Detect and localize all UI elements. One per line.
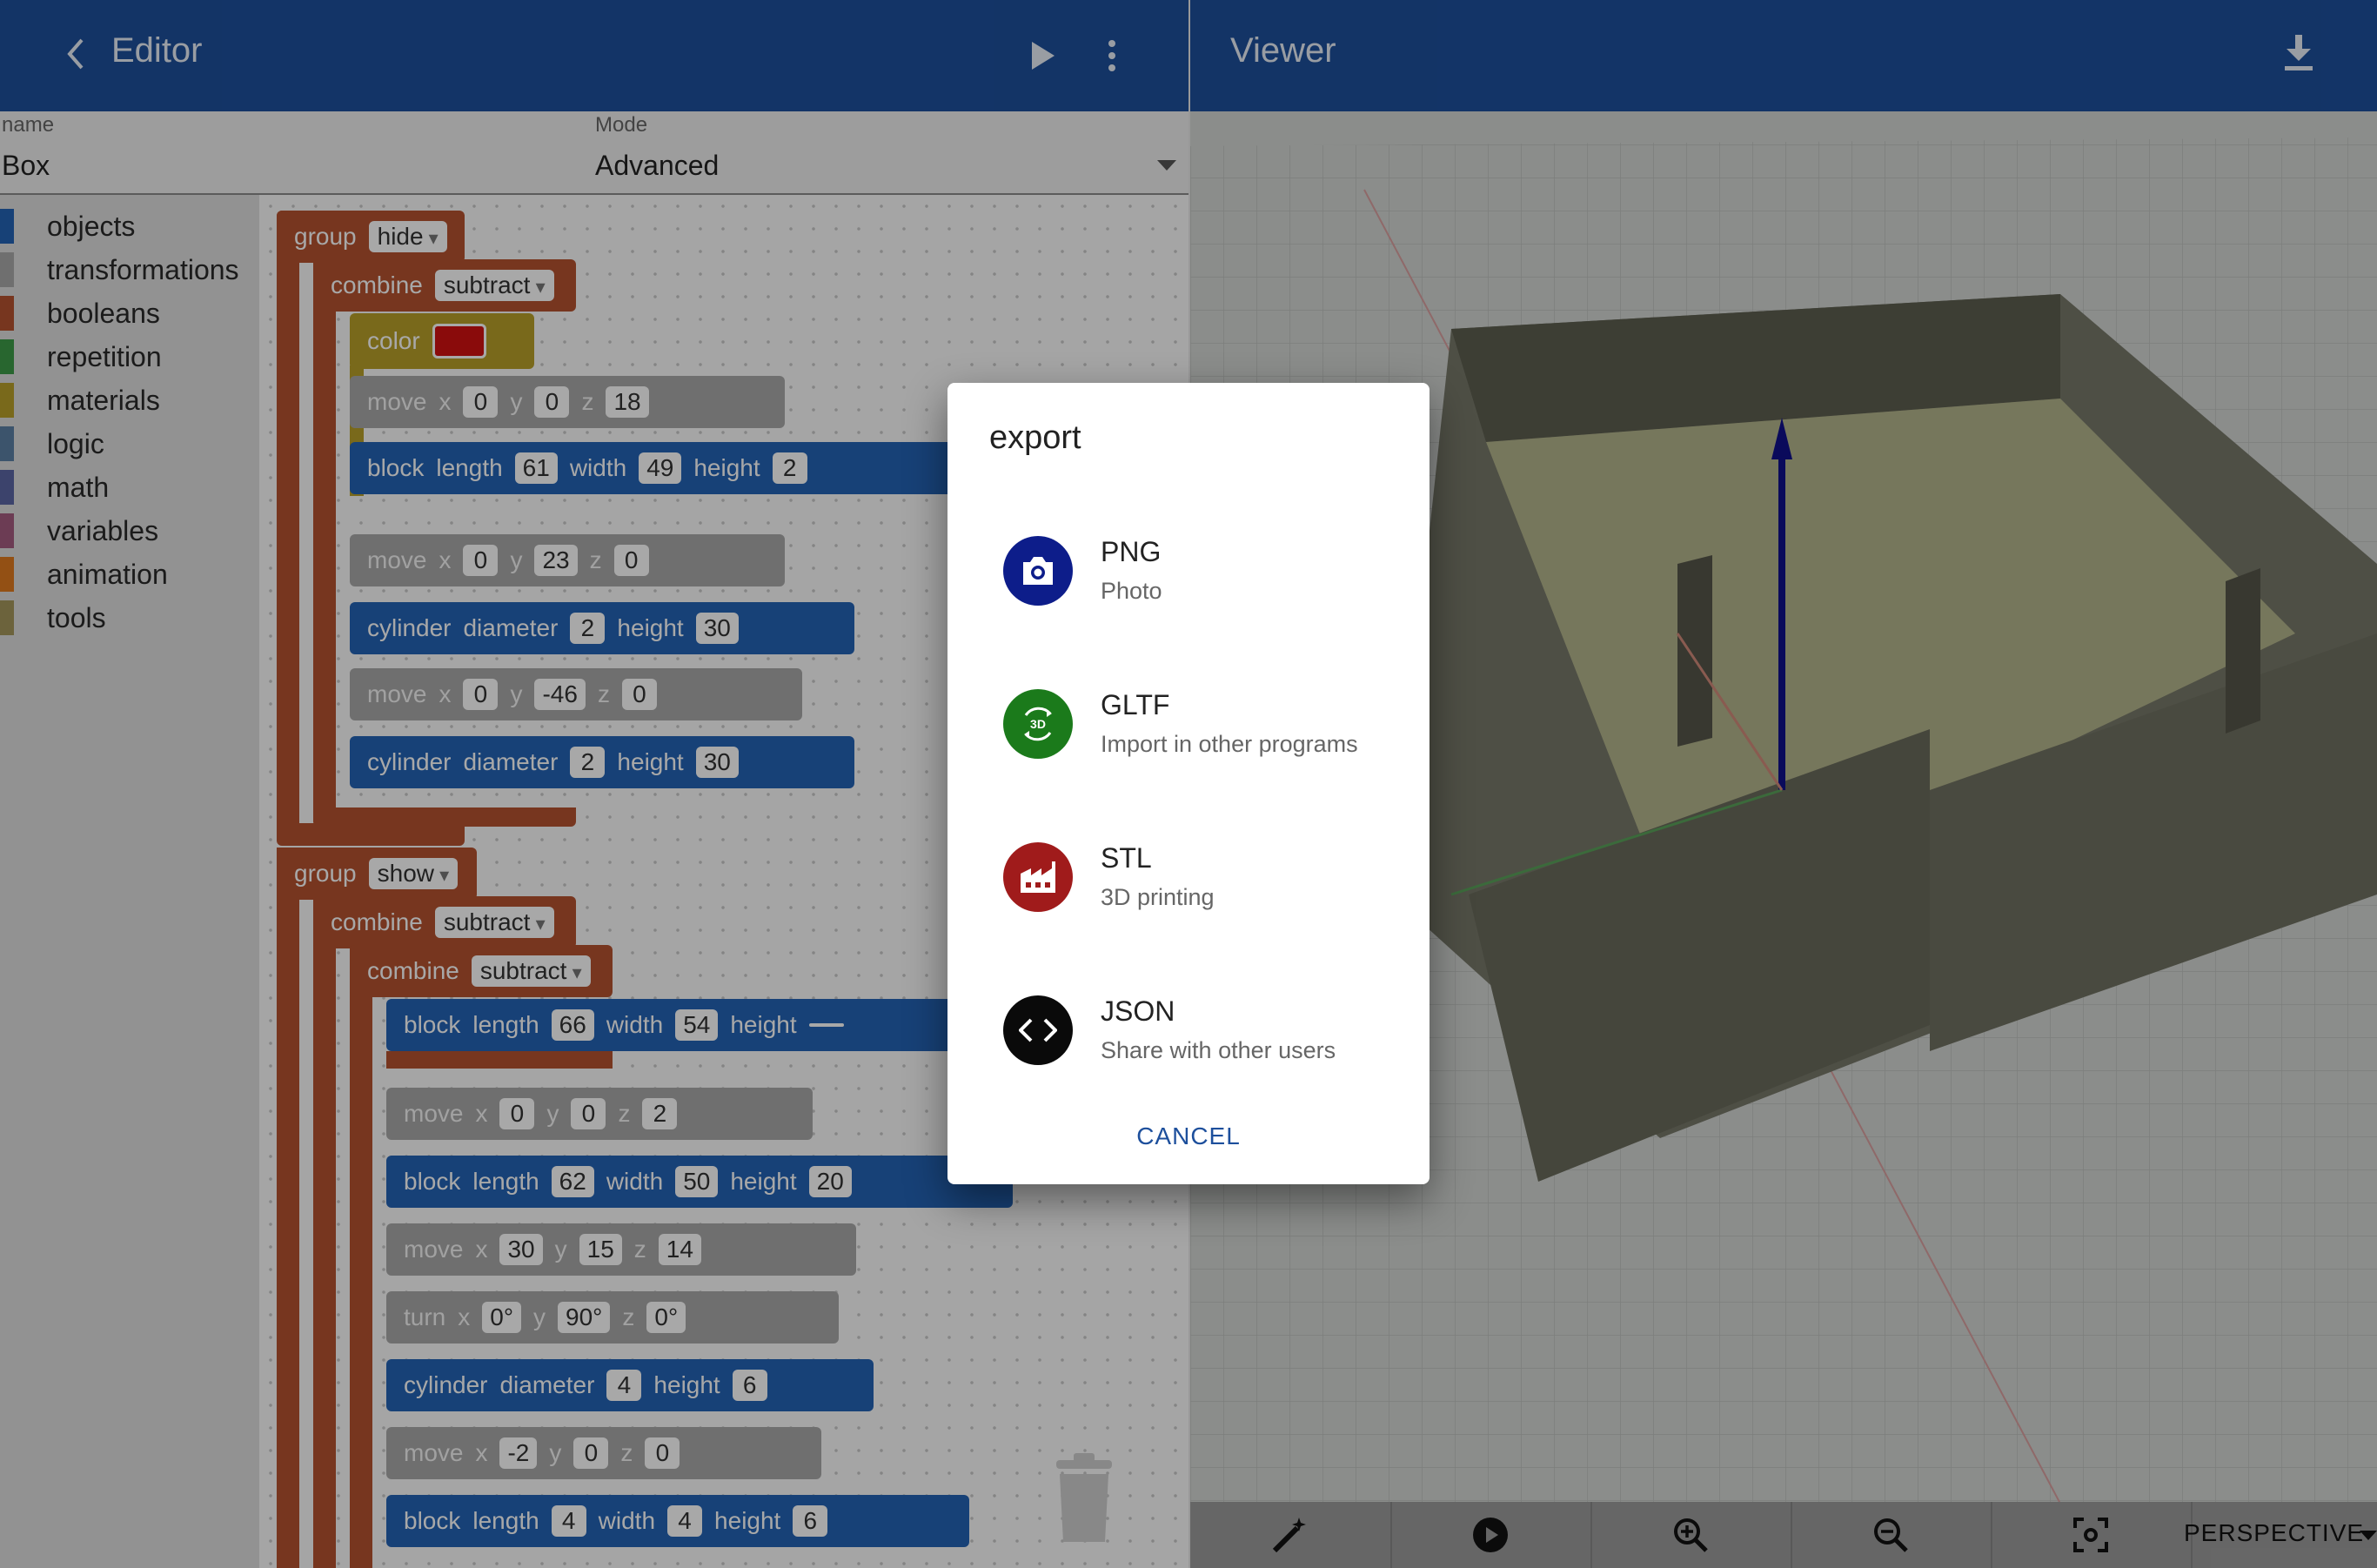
export-gltf-option[interactable]: 3D GLTF Import in other programs: [947, 647, 1430, 801]
code-icon: [1003, 995, 1073, 1065]
export-dialog: export PNG Photo 3D GLTF Import in other…: [947, 383, 1430, 1184]
option-name: GLTF: [1101, 689, 1170, 720]
dialog-title: export: [989, 419, 1081, 456]
option-name: JSON: [1101, 995, 1175, 1027]
svg-text:3D: 3D: [1030, 717, 1046, 731]
option-desc: 3D printing: [1101, 884, 1215, 910]
option-desc: Import in other programs: [1101, 731, 1358, 757]
camera-icon: [1003, 536, 1073, 606]
option-name: STL: [1101, 842, 1152, 874]
option-name: PNG: [1101, 536, 1162, 567]
factory-icon: [1003, 842, 1073, 912]
export-stl-option[interactable]: STL 3D printing: [947, 801, 1430, 954]
export-png-option[interactable]: PNG Photo: [947, 494, 1430, 647]
option-desc: Photo: [1101, 578, 1162, 604]
option-desc: Share with other users: [1101, 1037, 1336, 1063]
export-json-option[interactable]: JSON Share with other users: [947, 954, 1430, 1107]
cancel-button[interactable]: CANCEL: [947, 1122, 1430, 1150]
3d-rotation-icon: 3D: [1003, 689, 1073, 759]
